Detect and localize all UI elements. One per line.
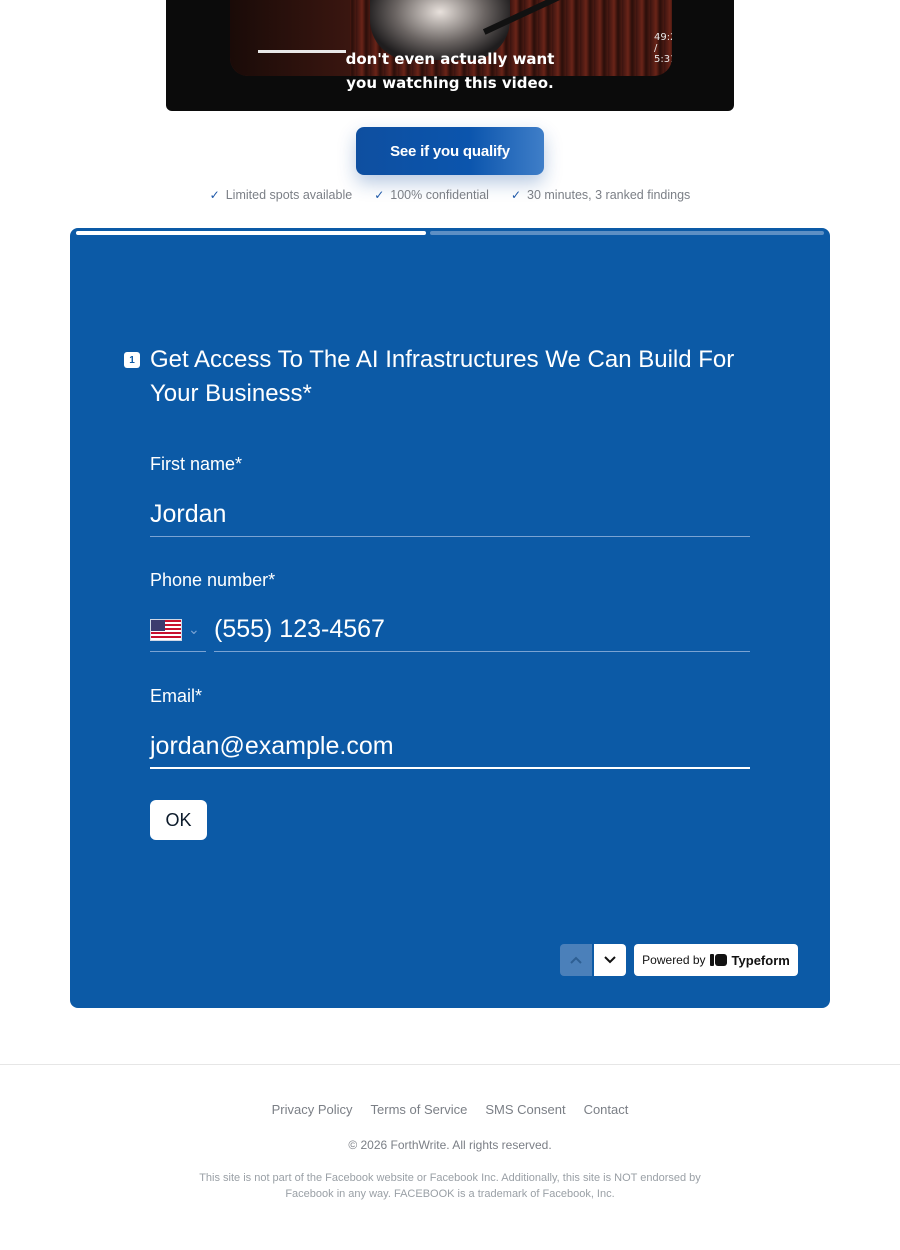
question-number-badge: 1 (124, 352, 140, 368)
chevron-down-icon: ⌄ (188, 621, 200, 637)
perk-label: 100% confidential (390, 188, 489, 202)
typeform-logo-icon (709, 954, 728, 966)
check-icon: ✓ (510, 188, 522, 202)
ok-button[interactable]: OK (150, 800, 207, 840)
phone-input[interactable]: (555) 123-4567 (214, 608, 750, 652)
footer-links: Privacy Policy Terms of Service SMS Cons… (0, 1102, 900, 1117)
typeform-brand: Typeform (731, 952, 790, 968)
progress-remaining (430, 231, 824, 235)
perk-label: 30 minutes, 3 ranked findings (527, 188, 691, 202)
chevron-down-icon (604, 956, 616, 964)
perk-item: ✓ 100% confidential (374, 188, 489, 202)
facebook-disclaimer: This site is not part of the Facebook we… (199, 1172, 701, 1200)
email-label: Email* (150, 686, 203, 706)
perks-list: ✓ Limited spots available ✓ 100% confide… (0, 188, 900, 202)
powered-by-label: Powered by (642, 953, 706, 967)
privacy-policy-link[interactable]: Privacy Policy (272, 1102, 353, 1117)
form-progress-bar (76, 231, 824, 235)
typeform-card: 1 Get Access To The AI Infrastructures W… (70, 228, 830, 1008)
perk-item: ✓ 30 minutes, 3 ranked findings (511, 188, 690, 202)
caption-line-2: you watching this video. (346, 74, 554, 92)
perk-label: Limited spots available (225, 188, 353, 202)
perk-item: ✓ Limited spots available (210, 188, 353, 202)
copyright-text: © 2026 ForthWrite. All rights reserved. (348, 1138, 552, 1152)
check-icon: ✓ (209, 188, 220, 202)
question-title: Get Access To The AI Infrastructures We … (150, 346, 735, 407)
next-question-button[interactable] (594, 944, 626, 976)
previous-question-button[interactable] (560, 944, 592, 976)
phone-field: ⌄ (555) 123-4567 (150, 608, 750, 652)
video-player[interactable]: 49:28 / 5:31 don't even actually want yo… (166, 0, 734, 111)
video-caption: don't even actually want you watching th… (166, 47, 734, 95)
sms-consent-link[interactable]: SMS Consent (485, 1102, 565, 1117)
caption-line-1: don't even actually want (345, 50, 555, 68)
progress-complete (76, 231, 426, 235)
footer-divider (0, 1064, 900, 1065)
first-name-label: First name* (150, 454, 243, 474)
email-input[interactable]: jordan@example.com (150, 725, 750, 769)
contact-link[interactable]: Contact (584, 1102, 629, 1117)
terms-of-service-link[interactable]: Terms of Service (371, 1102, 468, 1117)
check-icon: ✓ (374, 188, 385, 202)
chevron-up-icon (570, 956, 582, 964)
see-if-you-qualify-button[interactable]: See if you qualify (356, 127, 544, 175)
phone-label: Phone number* (150, 570, 276, 590)
powered-by-typeform-badge[interactable]: Powered by Typeform (634, 944, 798, 976)
first-name-input[interactable]: Jordan (150, 493, 750, 537)
us-flag-icon (150, 618, 182, 641)
country-selector[interactable]: ⌄ (150, 608, 206, 652)
